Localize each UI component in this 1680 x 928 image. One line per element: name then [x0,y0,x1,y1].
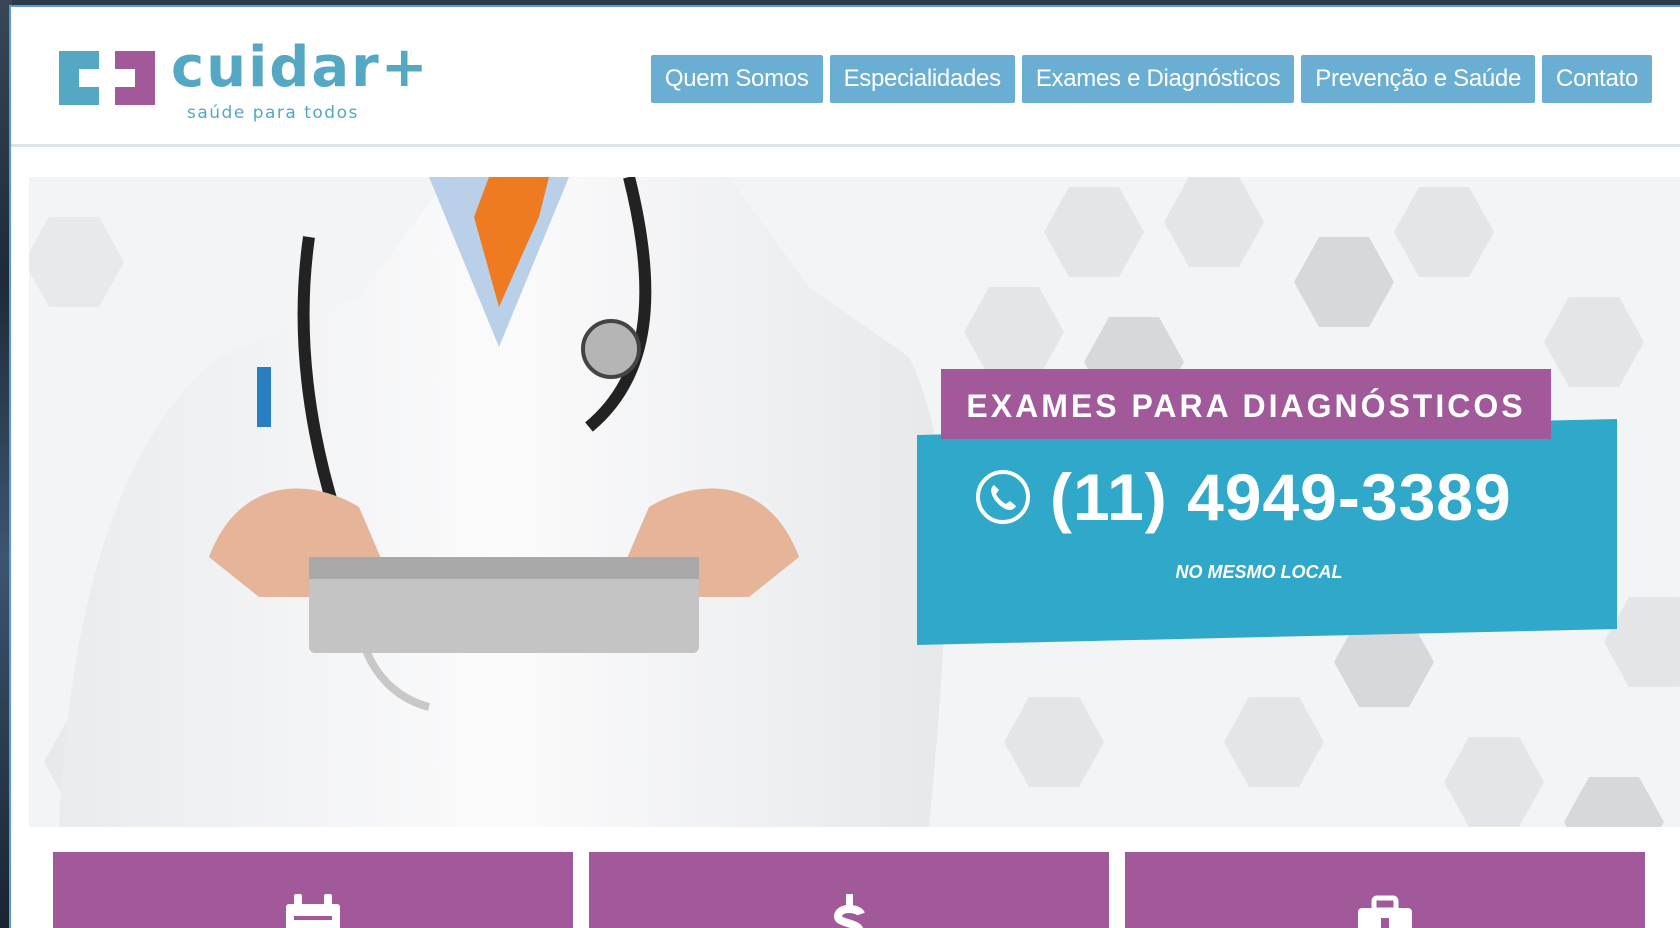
nav-exames-diagnosticos[interactable]: Exames e Diagnósticos [1021,55,1295,103]
nav-quem-somos[interactable]: Quem Somos [650,55,823,103]
promo-title: EXAMES PARA DIAGNÓSTICOS [941,369,1551,439]
phone-contact[interactable]: (11) 4949-3389 [974,447,1512,547]
browser-page: cuidar+ saúde para todos Quem Somos Espe… [9,5,1680,928]
phone-icon [976,470,1030,524]
logo-tagline: saúde para todos [187,103,359,123]
main-navigation: Quem Somos Especialidades Exames e Diagn… [650,55,1652,103]
calendar-icon [286,894,340,928]
logo-wordmark: cuidar+ [171,35,430,100]
phone-number: (11) 4949-3389 [1050,460,1512,534]
nav-prevencao-saude[interactable]: Prevenção e Saúde [1301,55,1536,103]
dollar-icon [834,894,865,928]
nav-contato[interactable]: Contato [1542,55,1652,103]
promo-subtitle: NO MESMO LOCAL [1175,562,1343,582]
site-logo[interactable]: cuidar+ saúde para todos [49,35,449,123]
briefcase-icon [1358,895,1412,928]
site-header: cuidar+ saúde para todos Quem Somos Espe… [11,7,1680,147]
nav-especialidades[interactable]: Especialidades [829,55,1015,103]
feature-card-prices[interactable] [589,852,1109,928]
feature-card-schedule[interactable] [53,852,573,928]
feature-cards [53,852,1653,928]
logo-mark-icon [59,51,155,105]
hero-banner[interactable]: EXAMES PARA DIAGNÓSTICOS (11) 4949-3389 … [29,177,1680,827]
feature-card-services[interactable] [1125,852,1645,928]
